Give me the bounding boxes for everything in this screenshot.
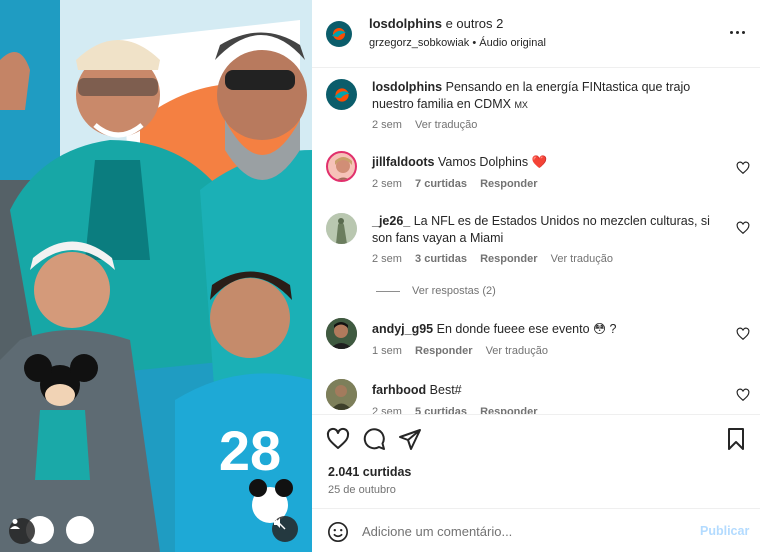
comment-time[interactable]: 2 sem — [372, 406, 402, 414]
comment-likes[interactable]: 5 curtidas — [415, 406, 467, 414]
commenter-avatar[interactable] — [326, 213, 357, 244]
commenter-avatar[interactable] — [326, 379, 357, 410]
comment-meta: 1 sem Responder Ver tradução — [372, 345, 558, 357]
comment-text: farhbood Best# — [372, 382, 724, 399]
comment-likes[interactable]: 7 curtidas — [415, 178, 467, 190]
mute-icon — [272, 516, 286, 530]
audio-mute-button[interactable] — [272, 516, 298, 542]
comment-text: andyj_g95 En donde fueee ese evento 😳 ? — [372, 321, 724, 338]
reply-button[interactable]: Responder — [480, 178, 537, 190]
comment-like-icon[interactable] — [736, 221, 750, 235]
comment-meta: 2 sem 3 curtidas Responder Ver tradução — [372, 253, 623, 265]
more-options-button[interactable] — [726, 22, 748, 42]
caption-text: losdolphins Pensando en la energía FINta… — [372, 79, 724, 114]
author-avatar[interactable] — [326, 21, 352, 47]
post-comment-button[interactable]: Publicar — [700, 524, 749, 538]
audio-label[interactable]: Áudio original — [479, 37, 546, 49]
comment-icon[interactable] — [362, 427, 386, 451]
comment-like-icon[interactable] — [736, 161, 750, 175]
comment-body: En donde fueee ese evento 😳 ? — [436, 322, 617, 336]
post-subline: grzegorz_sobkowiak • Áudio original — [369, 37, 546, 49]
view-replies-label: Ver respostas (2) — [412, 285, 496, 297]
reply-button[interactable]: Responder — [480, 406, 537, 414]
share-icon[interactable] — [398, 427, 422, 451]
coauthors-text[interactable]: e outros 2 — [442, 16, 504, 31]
comment-likes[interactable]: 3 curtidas — [415, 253, 467, 265]
author-username[interactable]: losdolphins — [369, 16, 442, 31]
caption-avatar[interactable] — [326, 79, 357, 110]
caption-translate-link[interactable]: Ver tradução — [415, 119, 477, 131]
comment-body: Vamos Dolphins ❤️ — [437, 155, 548, 169]
coauthor-username[interactable]: grzegorz_sobkowiak — [369, 37, 469, 49]
comment-time[interactable]: 1 sem — [372, 345, 402, 357]
comment-body: Best# — [429, 383, 462, 397]
comment-time[interactable]: 2 sem — [372, 178, 402, 190]
translate-link[interactable]: Ver tradução — [551, 253, 613, 265]
tagged-users-button[interactable] — [9, 518, 35, 544]
comment-body: La NFL es de Estados Unidos no mezclen c… — [372, 214, 710, 245]
post-date[interactable]: 25 de outubro — [328, 484, 396, 496]
avatar-image — [326, 213, 357, 244]
post-media[interactable]: 28 — [0, 0, 312, 552]
more-icon-dot — [741, 30, 745, 34]
caption-username[interactable]: losdolphins — [372, 80, 442, 94]
reply-button[interactable]: Responder — [480, 253, 537, 265]
comments-list[interactable]: losdolphins Pensando en la energía FINta… — [312, 69, 760, 414]
comment-input[interactable] — [362, 520, 682, 542]
comment-composer: Publicar — [312, 508, 760, 552]
comment-like-icon[interactable] — [736, 327, 750, 341]
comment-text: _je26_ La NFL es de Estados Unidos no me… — [372, 213, 724, 247]
comment-text: jillfaldoots Vamos Dolphins ❤️ — [372, 154, 724, 171]
caption-meta: 2 sem Ver tradução — [372, 119, 487, 131]
post-author-line: losdolphins e outros 2 — [369, 16, 503, 31]
avatar-image — [326, 379, 357, 410]
subline-separator: • — [469, 37, 480, 49]
commenter-avatar[interactable] — [326, 151, 357, 182]
post-actions: 2.041 curtidas 25 de outubro — [312, 414, 760, 508]
avatar-image — [335, 157, 352, 180]
dolphins-logo-icon — [329, 24, 349, 44]
jersey-number: 28 — [219, 419, 281, 482]
user-tag-icon — [10, 519, 20, 529]
post-header: losdolphins e outros 2 grzegorz_sobkowia… — [312, 0, 760, 68]
caption-flag: MX — [514, 100, 528, 110]
comment-meta: 2 sem 7 curtidas Responder — [372, 178, 548, 190]
likes-count[interactable]: 2.041 curtidas — [328, 465, 411, 479]
comment-username[interactable]: andyj_g95 — [372, 322, 433, 336]
comment-username[interactable]: jillfaldoots — [372, 155, 435, 169]
comment-username[interactable]: farhbood — [372, 383, 426, 397]
comment-time[interactable]: 2 sem — [372, 253, 402, 265]
replies-line — [376, 290, 400, 292]
more-icon-dot — [735, 30, 739, 34]
commenter-avatar[interactable] — [326, 318, 357, 349]
bookmark-icon[interactable] — [724, 427, 748, 451]
dolphins-logo-icon — [330, 83, 353, 106]
comment-meta: 2 sem 5 curtidas Responder — [372, 406, 548, 414]
avatar-image — [326, 318, 357, 349]
translate-link[interactable]: Ver tradução — [486, 345, 548, 357]
emoji-icon[interactable] — [327, 521, 349, 543]
post-photo: 28 — [0, 0, 312, 552]
comment-like-icon[interactable] — [736, 388, 750, 402]
more-icon — [729, 30, 733, 34]
post-side-panel: losdolphins e outros 2 grzegorz_sobkowia… — [312, 0, 760, 552]
heart-icon[interactable] — [326, 427, 350, 451]
comment-username[interactable]: _je26_ — [372, 214, 410, 228]
reply-button[interactable]: Responder — [415, 345, 472, 357]
view-replies-button[interactable]: Ver respostas (2) — [376, 285, 496, 297]
caption-time[interactable]: 2 sem — [372, 119, 402, 131]
